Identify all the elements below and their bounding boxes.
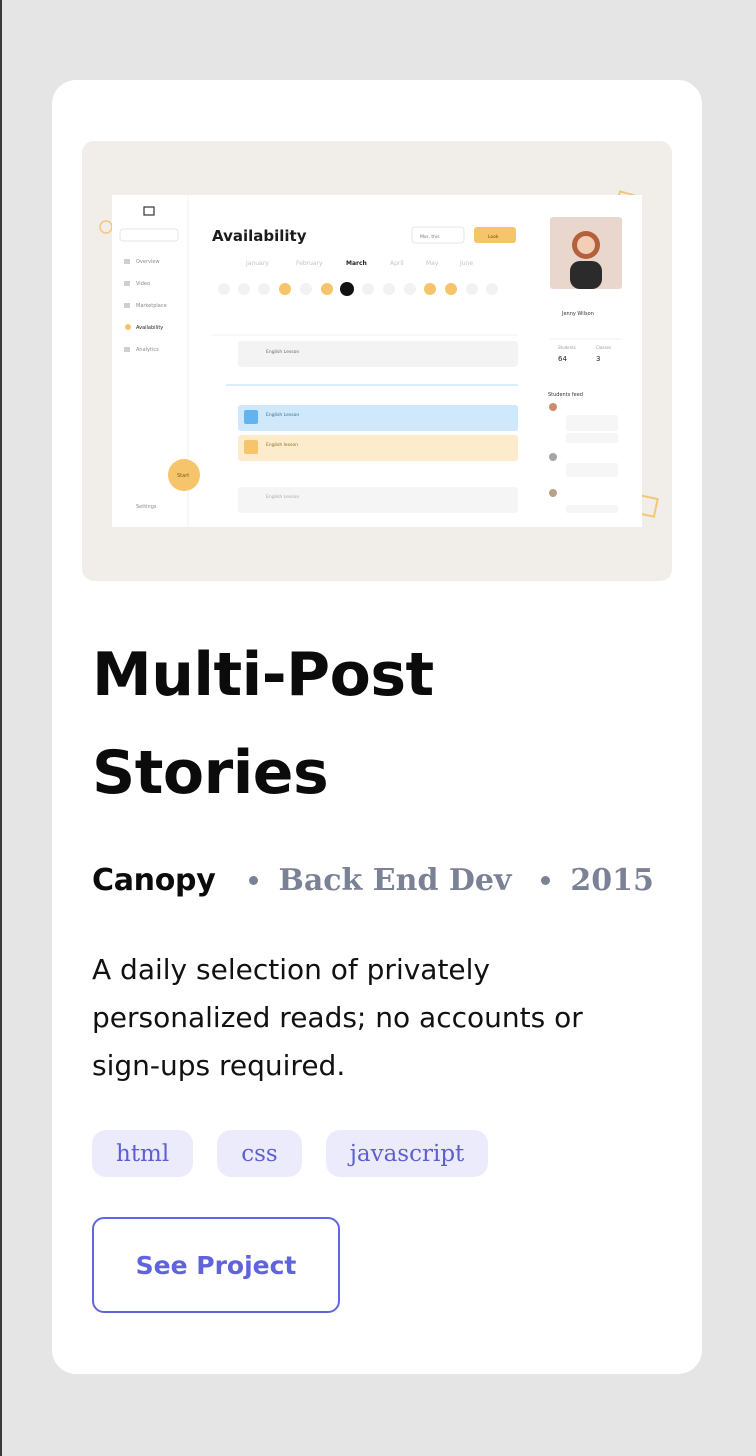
- svg-text:March: March: [346, 260, 367, 267]
- svg-text:English Lesson: English Lesson: [266, 412, 299, 418]
- svg-text:Analytics: Analytics: [136, 347, 159, 353]
- svg-text:February: February: [296, 260, 323, 267]
- svg-text:English lesson: English lesson: [266, 442, 298, 448]
- svg-text:Video: Video: [136, 281, 150, 287]
- tag-javascript: javascript: [325, 1130, 489, 1177]
- bullet-separator: [541, 875, 551, 885]
- project-description: A daily selection of privately personali…: [92, 953, 583, 1082]
- svg-text:Availability: Availability: [136, 325, 163, 331]
- svg-text:Availability: Availability: [212, 227, 307, 245]
- svg-text:Students: Students: [558, 345, 576, 350]
- project-title: Multi-Post Stories: [92, 640, 434, 808]
- svg-text:Mar, this: Mar, this: [420, 234, 440, 240]
- svg-text:Settings: Settings: [136, 504, 157, 510]
- svg-text:Classes: Classes: [596, 345, 611, 350]
- svg-text:January: January: [245, 260, 269, 267]
- project-year: 2015: [570, 862, 654, 898]
- project-thumbnail: Overview Video Marketplace Availability …: [82, 141, 672, 581]
- svg-text:3: 3: [596, 355, 600, 363]
- svg-text:Start: Start: [177, 473, 189, 479]
- dashboard-screenshot-image: Overview Video Marketplace Availability …: [99, 190, 659, 527]
- svg-text:Overview: Overview: [136, 259, 160, 265]
- svg-text:English Lesson: English Lesson: [266, 349, 299, 355]
- svg-text:Jenny Wilson: Jenny Wilson: [561, 311, 594, 317]
- project-meta: Canopy Back End Dev 2015: [92, 856, 654, 904]
- bullet-separator: [249, 875, 259, 885]
- svg-text:Marketplace: Marketplace: [136, 303, 167, 309]
- svg-text:April: April: [390, 260, 404, 267]
- svg-text:Students feed: Students feed: [548, 392, 583, 398]
- project-role: Back End Dev: [278, 862, 512, 898]
- svg-text:64: 64: [558, 355, 567, 363]
- svg-text:Look: Look: [488, 234, 499, 240]
- project-client: Canopy: [92, 862, 216, 898]
- tech-tag-list: html css javascript: [92, 1130, 489, 1177]
- see-project-button[interactable]: See Project: [92, 1217, 340, 1313]
- tag-html: html: [92, 1130, 194, 1177]
- svg-text:June: June: [459, 260, 473, 267]
- svg-text:May: May: [426, 260, 439, 267]
- window-edge: [0, 0, 2, 1456]
- tag-css: css: [217, 1130, 302, 1177]
- svg-text:English Lesson: English Lesson: [266, 494, 299, 500]
- project-card: Overview Video Marketplace Availability …: [52, 80, 702, 1374]
